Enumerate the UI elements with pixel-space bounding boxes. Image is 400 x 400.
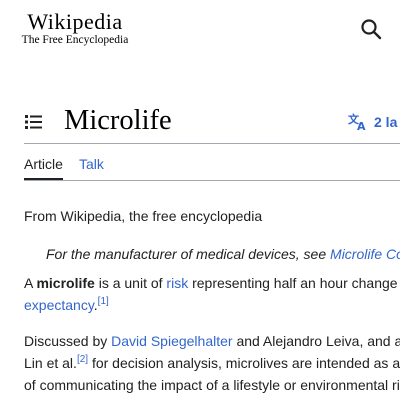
hatnote-text: For the manufacturer of medical devices,… xyxy=(46,246,331,262)
life-expectancy-link[interactable]: expectancy xyxy=(24,297,94,313)
language-count-label: 2 la xyxy=(374,114,398,130)
table-of-contents-button[interactable] xyxy=(24,112,44,132)
reference-1-link[interactable]: [1] xyxy=(98,296,109,307)
text-run: is a unit of xyxy=(94,275,167,291)
logo-wordmark: Wikipedia xyxy=(27,9,123,34)
intro-paragraph: A microlife is a unit of risk representi… xyxy=(24,272,400,316)
svg-text:A: A xyxy=(357,120,366,131)
text-run: Lin et al. xyxy=(24,355,77,371)
language-button[interactable]: 文A 2 la xyxy=(348,110,397,134)
wikipedia-logo[interactable]: Wikipedia The Free Encyclopedia xyxy=(14,9,136,51)
reference-2-link[interactable]: [2] xyxy=(77,354,88,365)
search-icon xyxy=(361,19,382,40)
risk-link[interactable]: risk xyxy=(166,275,188,291)
title-divider xyxy=(24,143,400,144)
tab-talk[interactable]: Talk xyxy=(79,155,104,173)
bold-term: microlife xyxy=(36,275,95,291)
text-run: Discussed by xyxy=(24,333,112,349)
page-title: Microlife xyxy=(64,105,172,136)
site-tagline: From Wikipedia, the free encyclopedia xyxy=(24,208,263,224)
paragraph-line: of communicating the impact of a lifesty… xyxy=(24,374,400,396)
hatnote-link[interactable]: Microlife Co xyxy=(330,246,400,262)
second-paragraph: Discussed by David Spiegelhalter and Ale… xyxy=(24,330,400,396)
text-run: of communicating the impact of a lifesty… xyxy=(24,377,400,393)
tab-article[interactable]: Article xyxy=(24,155,63,173)
paragraph-line: Lin et al.[2] for decision analysis, mic… xyxy=(24,352,400,374)
list-icon xyxy=(25,115,42,129)
search-button[interactable] xyxy=(360,18,384,42)
david-spiegelhalter-link[interactable]: David Spiegelhalter xyxy=(111,333,232,349)
logo-tagline: The Free Encyclopedia xyxy=(21,34,129,46)
text-run: for decision analysis, microlives are in… xyxy=(88,355,400,371)
text-run: representing half an hour change xyxy=(188,275,398,291)
text-run: and Alejandro Leiva, and a xyxy=(232,333,400,349)
paragraph-line: expectancy.[1] xyxy=(24,294,400,316)
hatnote: For the manufacturer of medical devices,… xyxy=(46,245,400,263)
paragraph-line: A microlife is a unit of risk representi… xyxy=(24,272,400,294)
text-run: A xyxy=(24,275,37,291)
paragraph-line: Discussed by David Spiegelhalter and Ale… xyxy=(24,330,400,352)
translate-icon: 文A xyxy=(348,112,366,133)
tabs-divider xyxy=(24,180,400,181)
